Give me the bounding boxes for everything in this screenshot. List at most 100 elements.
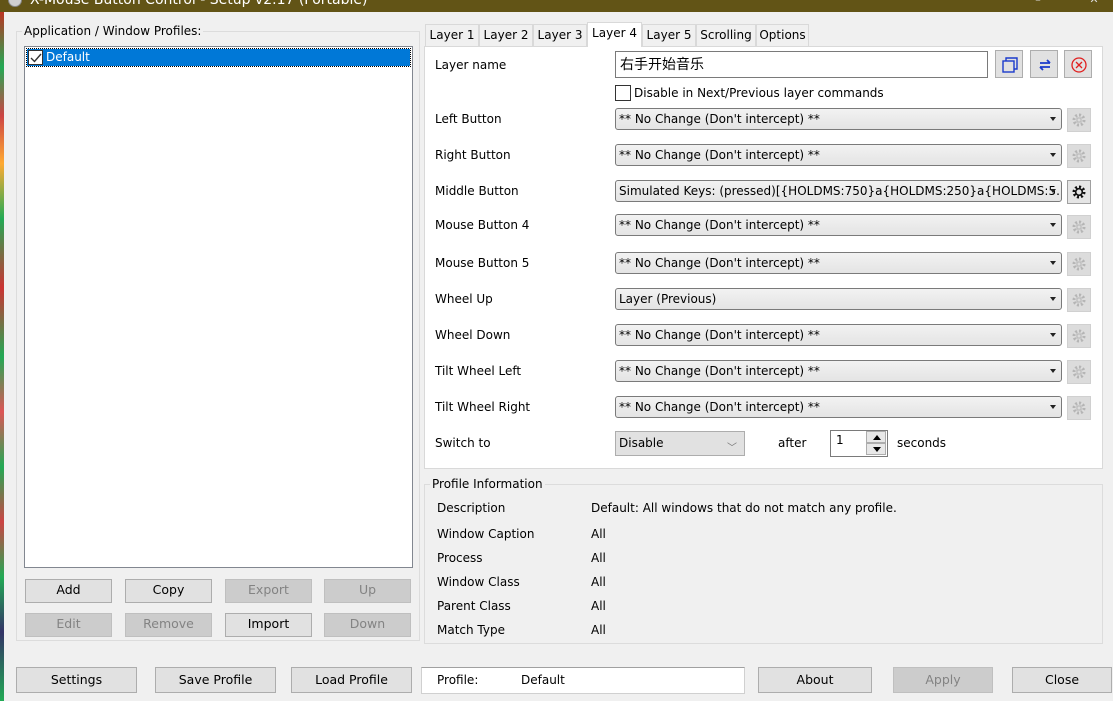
title-bar: X-Mouse Button Control - Setup v2.17 (Po… (0, 0, 1113, 12)
copy-layer-icon (1002, 57, 1018, 73)
seconds-label: seconds (897, 436, 947, 450)
select-value: Simulated Keys: (pressed)[{HOLDMS:750}a{… (619, 184, 1062, 198)
profile-checkbox[interactable] (28, 50, 43, 65)
right-button-label: Right Button (435, 148, 511, 162)
checkmark-icon (30, 53, 42, 63)
profile-list-item[interactable]: Default (26, 48, 411, 67)
gear-icon (1072, 220, 1086, 234)
swap-layer-icon (1039, 59, 1051, 71)
dropdown-arrow-icon (1050, 117, 1056, 121)
app-icon (8, 0, 22, 7)
switch-to-label: Switch to (435, 436, 491, 450)
middle-button-select[interactable]: Simulated Keys: (pressed)[{HOLDMS:750}a{… (615, 180, 1062, 202)
disable-layer-checkbox[interactable] (615, 85, 631, 101)
parent-class-value: All (591, 599, 606, 613)
wheel-up-settings[interactable] (1067, 288, 1091, 312)
tab-layer-2[interactable]: Layer 2 (479, 24, 533, 46)
process-value: All (591, 551, 606, 565)
arrow-down-icon (873, 447, 881, 452)
move-up-button[interactable]: Up (324, 579, 411, 603)
tilt-wheel-left-settings[interactable] (1067, 360, 1091, 384)
spin-up-button[interactable] (866, 431, 886, 443)
select-value: ** No Change (Don't intercept) ** (619, 364, 820, 378)
match-type-value: All (591, 623, 606, 637)
dropdown-arrow-icon (1050, 405, 1056, 409)
profile-status-label: Profile: (437, 673, 479, 687)
tab-scrolling[interactable]: Scrolling (696, 24, 756, 46)
tilt-wheel-right-settings[interactable] (1067, 396, 1091, 420)
select-value: Layer (Previous) (619, 292, 717, 306)
wheel-down-label: Wheel Down (435, 328, 511, 342)
copy-layer-button[interactable] (995, 50, 1023, 78)
profile-status-box: Profile: Default (421, 667, 745, 694)
save-profile-label: Save Profile (178, 672, 253, 687)
close-button[interactable]: Close (1012, 667, 1112, 693)
clear-layer-button[interactable] (1064, 50, 1092, 78)
about-button[interactable]: About (758, 667, 872, 693)
mouse-button-5-settings[interactable] (1067, 252, 1091, 276)
wheel-up-select[interactable]: Layer (Previous) (615, 288, 1062, 310)
spin-down-button[interactable] (866, 443, 886, 455)
apply-button[interactable]: Apply (893, 667, 993, 693)
import-profile-button[interactable]: Import (225, 613, 312, 637)
middle-button-settings[interactable] (1067, 180, 1091, 204)
tab-options[interactable]: Options (756, 24, 809, 46)
profile-status-value: Default (521, 673, 565, 687)
tab-layer-3[interactable]: Layer 3 (533, 24, 587, 46)
remove-profile-button[interactable]: Remove (125, 613, 212, 637)
left-button-select[interactable]: ** No Change (Don't intercept) ** (615, 108, 1062, 130)
swap-layer-button[interactable] (1030, 50, 1058, 78)
right-button-settings[interactable] (1067, 144, 1091, 168)
mouse-button-5-label: Mouse Button 5 (435, 256, 530, 270)
copy-profile-button[interactable]: Copy (125, 579, 212, 603)
mouse-button-4-select[interactable]: ** No Change (Don't intercept) ** (615, 214, 1062, 236)
dropdown-arrow-icon (1050, 297, 1056, 301)
right-button-select[interactable]: ** No Change (Don't intercept) ** (615, 144, 1062, 166)
settings-label: Settings (50, 672, 103, 687)
tab-layer-1[interactable]: Layer 1 (425, 24, 479, 46)
process-label: Process (437, 551, 483, 565)
tilt-wheel-right-select[interactable]: ** No Change (Don't intercept) ** (615, 396, 1062, 418)
profile-info-group-label: Profile Information (430, 477, 545, 491)
tab-layer-5[interactable]: Layer 5 (642, 24, 696, 46)
layer-name-label: Layer name (435, 58, 507, 72)
gear-icon (1072, 257, 1086, 271)
remove-label: Remove (143, 616, 194, 631)
settings-button[interactable]: Settings (16, 667, 137, 693)
close-label: Close (1044, 672, 1080, 687)
wheel-down-select[interactable]: ** No Change (Don't intercept) ** (615, 324, 1062, 346)
export-profile-button[interactable]: Export (225, 579, 312, 603)
close-window-icon[interactable]: ✕ (1088, 0, 1100, 6)
switch-to-select[interactable]: Disable ﹀ (615, 431, 745, 456)
left-button-settings[interactable] (1067, 108, 1091, 132)
parent-class-label: Parent Class (437, 599, 511, 613)
layer-name-input[interactable]: 右手开始音乐 (615, 51, 988, 78)
gear-icon (1072, 329, 1086, 343)
load-profile-label: Load Profile (315, 672, 388, 687)
dropdown-arrow-icon (1050, 333, 1056, 337)
dropdown-arrow-icon (1050, 153, 1056, 157)
gear-icon (1072, 185, 1086, 199)
minimize-icon[interactable]: – (1032, 0, 1044, 6)
mouse-button-4-settings[interactable] (1067, 215, 1091, 239)
mouse-button-4-label: Mouse Button 4 (435, 218, 530, 232)
wheel-down-settings[interactable] (1067, 324, 1091, 348)
tab-label: Layer 3 (537, 28, 583, 42)
window-class-value: All (591, 575, 606, 589)
save-profile-button[interactable]: Save Profile (155, 667, 276, 693)
move-down-button[interactable]: Down (324, 613, 411, 637)
profile-list[interactable]: Default (24, 46, 413, 568)
edit-profile-button[interactable]: Edit (25, 613, 112, 637)
add-profile-button[interactable]: Add (25, 579, 112, 603)
clear-layer-icon (1071, 57, 1087, 73)
after-label: after (778, 436, 807, 450)
tilt-wheel-left-select[interactable]: ** No Change (Don't intercept) ** (615, 360, 1062, 382)
load-profile-button[interactable]: Load Profile (291, 667, 412, 693)
wheel-up-label: Wheel Up (435, 292, 493, 306)
desktop-background (0, 12, 4, 701)
mouse-button-5-select[interactable]: ** No Change (Don't intercept) ** (615, 252, 1062, 274)
chevron-down-icon: ﹀ (727, 443, 737, 454)
left-button-label: Left Button (435, 112, 502, 126)
gear-icon (1072, 401, 1086, 415)
tab-layer-4[interactable]: Layer 4 (587, 22, 642, 47)
